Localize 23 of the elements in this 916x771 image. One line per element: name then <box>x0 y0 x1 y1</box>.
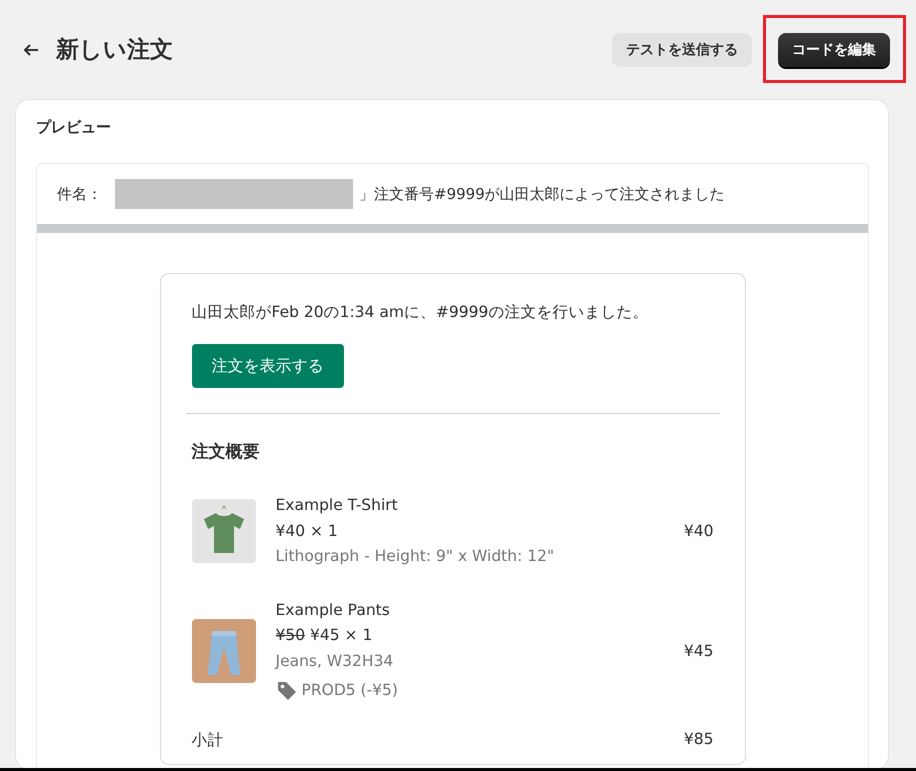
price-quantity: ¥50 ¥45 × 1 <box>276 625 374 646</box>
price-quantity: ¥40 × 1 <box>276 520 339 542</box>
edit-code-button[interactable]: コードを編集 <box>778 32 890 66</box>
summary-heading: 注文概要 <box>190 441 260 463</box>
tshirt-image <box>192 499 256 564</box>
line-total: ¥40 <box>684 522 714 540</box>
subtotal-value: ¥85 <box>684 730 714 750</box>
page-title: 新しい注文 <box>56 36 174 65</box>
line-total: ¥45 <box>684 642 714 660</box>
subject-label: 件名： <box>57 184 103 204</box>
preview-heading: プレビュー <box>36 118 112 137</box>
subject-text: 」注文番号#9999が山田太郎によって注文されました <box>359 184 725 204</box>
jeans-image <box>192 618 256 682</box>
product-name: Example Pants <box>276 600 391 620</box>
order-message: 山田太郎がFeb 20の1:34 amに、#9999の注文を行いました。 <box>192 302 650 323</box>
product-name: Example T-Shirt <box>276 495 399 516</box>
variant-text: Jeans, W32H34 <box>276 650 394 672</box>
variant-text: Lithograph - Height: 9" x Width: 12" <box>276 546 556 567</box>
send-test-button[interactable]: テストを送信する <box>612 32 752 66</box>
discount-code: PROD5 (-¥5) <box>302 680 398 701</box>
view-order-button[interactable]: 注文を表示する <box>192 344 344 388</box>
subtotal-label: 小計 <box>192 730 224 750</box>
tag-icon <box>276 680 298 702</box>
